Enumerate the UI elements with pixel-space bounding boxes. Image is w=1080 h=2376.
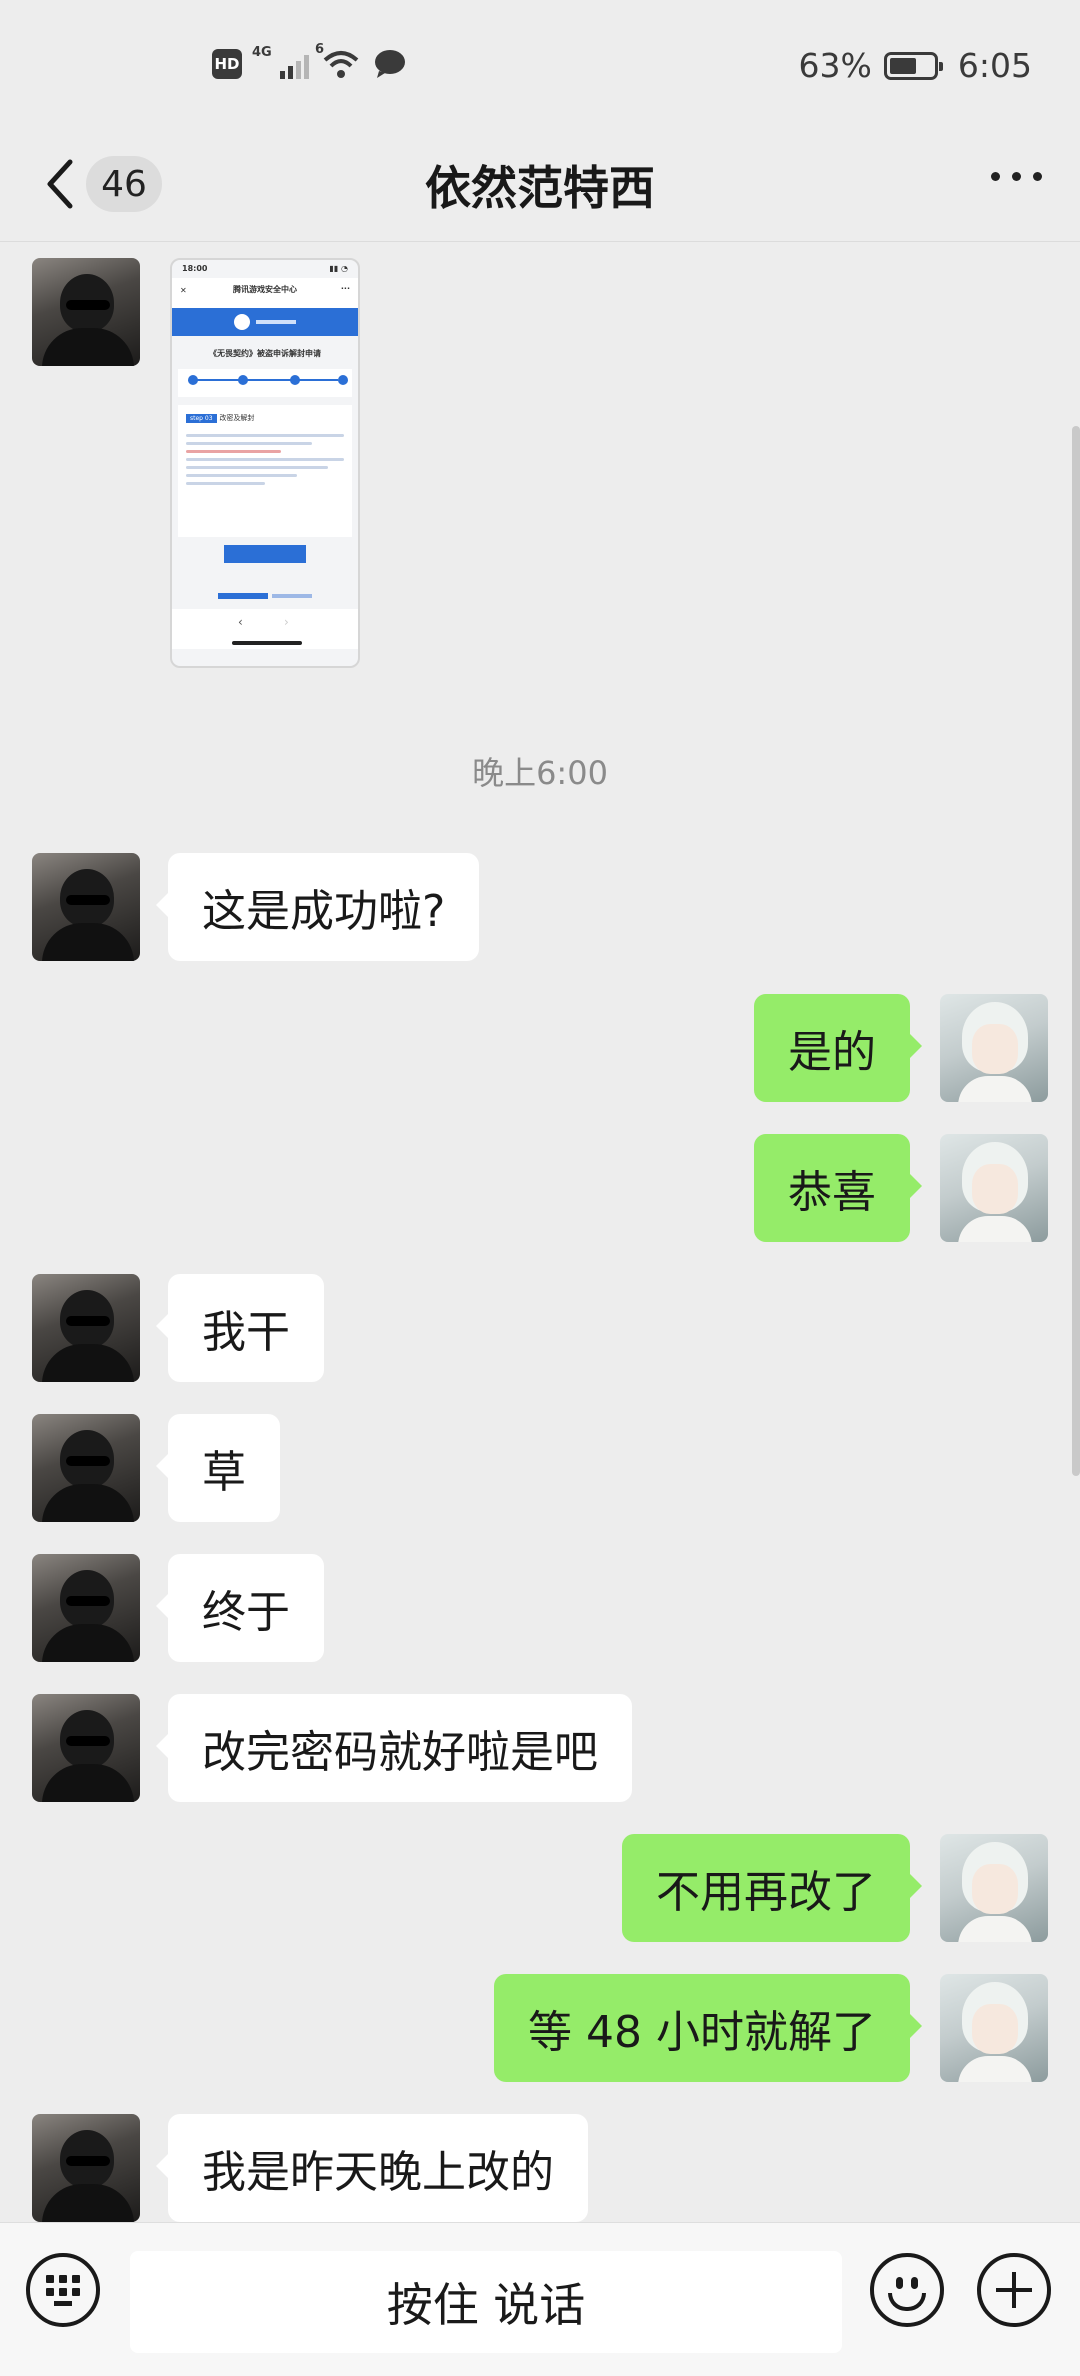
battery-percent: 63% [798, 46, 872, 85]
friend-avatar[interactable] [32, 853, 140, 961]
screenshot-step-tag: step 03 [186, 414, 217, 423]
scrollbar[interactable] [1072, 426, 1080, 1476]
close-icon: ✕ [180, 286, 187, 295]
wifi-label: 6 [315, 42, 325, 57]
battery-icon [883, 51, 943, 80]
clock: 6:05 [957, 46, 1032, 85]
message-timestamp: 晚上6:00 [472, 754, 608, 792]
hd-icon: HD [212, 49, 242, 79]
status-left: HD 4G 6 [212, 42, 407, 80]
input-bar: 按住 说话 [0, 2222, 1080, 2376]
received-message-bubble[interactable]: 这是成功啦? [155, 853, 480, 961]
chat-header: 46 依然范特西 [0, 130, 1080, 242]
keyboard-icon[interactable] [26, 2253, 100, 2327]
screenshot-nav: ‹ › [172, 609, 358, 649]
screenshot-step-title: 改密及解封 [219, 414, 255, 422]
screenshot-heading: 《无畏契约》被盗申诉解封申请 [209, 349, 321, 358]
status-right: 63% 6:05 [799, 46, 1032, 85]
received-message-bubble[interactable]: 改完密码就好啦是吧 [156, 1694, 632, 1802]
friend-avatar[interactable] [32, 258, 140, 366]
screenshot-account-banner [172, 308, 358, 336]
friend-avatar[interactable] [32, 1274, 140, 1382]
received-message-bubble[interactable]: 我是昨天晚上改的 [156, 2114, 588, 2222]
message-notification-icon [375, 50, 405, 78]
screenshot-status-time: 18:00 [182, 264, 208, 273]
received-message-bubble[interactable]: 我干 [156, 1274, 324, 1382]
sent-message-bubble[interactable]: 等 48 小时就解了 [494, 1974, 922, 2082]
image-message[interactable]: 18:00 ▮▮ ◔ ✕ 腾讯游戏安全中心 ··· 《无畏契约》被盗申诉解封申请 … [170, 258, 360, 668]
my-avatar[interactable] [940, 1974, 1048, 2082]
my-avatar[interactable] [940, 994, 1048, 1102]
plus-icon[interactable] [977, 2253, 1051, 2327]
screenshot-button [224, 545, 306, 563]
received-message-bubble[interactable]: 终于 [156, 1554, 324, 1662]
more-dots-icon: ··· [340, 284, 350, 293]
more-dots-icon[interactable] [991, 172, 1042, 181]
sent-message-bubble[interactable]: 不用再改了 [622, 1834, 922, 1942]
network-type-label: 4G [252, 45, 272, 60]
emoji-icon[interactable] [870, 2253, 944, 2327]
my-avatar[interactable] [940, 1834, 1048, 1942]
screenshot-steps [178, 369, 352, 397]
hold-to-talk-button[interactable]: 按住 说话 [130, 2251, 842, 2353]
status-bar: HD 4G 6 63% 6:05 [0, 0, 1080, 130]
friend-avatar[interactable] [32, 2114, 140, 2222]
sent-message-bubble[interactable]: 是的 [754, 994, 922, 1102]
screenshot-page-title: 腾讯游戏安全中心 [233, 285, 297, 294]
cellular-signal-icon: 4G [252, 45, 309, 79]
avatar-icon [234, 314, 250, 330]
friend-avatar[interactable] [32, 1694, 140, 1802]
friend-avatar[interactable] [32, 1414, 140, 1522]
received-message-bubble[interactable]: 草 [156, 1414, 280, 1522]
wifi-icon: 6 [315, 42, 363, 80]
screenshot-card: step 03 改密及解封 [178, 405, 352, 537]
page-title: 依然范特西 [425, 161, 655, 215]
friend-avatar[interactable] [32, 1554, 140, 1662]
sent-message-bubble[interactable]: 恭喜 [754, 1134, 922, 1242]
screenshot-footer-logo [172, 589, 358, 603]
my-avatar[interactable] [940, 1134, 1048, 1242]
